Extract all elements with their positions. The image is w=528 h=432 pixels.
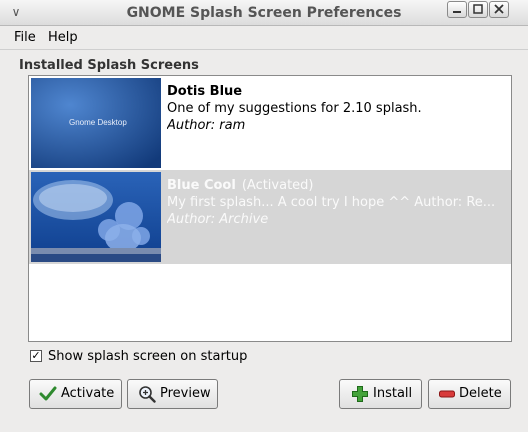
checkmark-icon — [39, 386, 57, 401]
splash-name: Blue Cool — [167, 178, 236, 193]
install-label: Install — [373, 386, 413, 401]
menu-file[interactable]: File — [14, 30, 36, 45]
section-label: Installed Splash Screens — [19, 58, 199, 73]
splash-author: Author: ram — [167, 118, 246, 133]
close-icon — [494, 4, 504, 14]
splash-name-line: Blue Cool (Activated) — [167, 178, 507, 193]
splash-author: Author: Archive — [167, 212, 269, 227]
minimize-icon — [453, 11, 461, 13]
minus-icon — [439, 390, 455, 398]
splash-name: Dotis Blue — [167, 84, 243, 99]
splash-description: One of my suggestions for 2.10 splash. — [167, 101, 422, 116]
list-item[interactable]: Gnome Desktop Dotis Blue One of my sugge… — [29, 76, 511, 170]
show-on-startup-label: Show splash screen on startup — [48, 349, 248, 364]
splash-list[interactable]: Gnome Desktop Dotis Blue One of my sugge… — [28, 75, 512, 342]
list-item[interactable]: Blue Cool (Activated) My first splash... … — [29, 170, 511, 264]
preview-label: Preview — [160, 386, 211, 401]
activate-label: Activate — [61, 386, 115, 401]
splash-thumbnail: Gnome Desktop — [31, 78, 161, 168]
close-button[interactable] — [489, 1, 509, 18]
menu-bar: File Help — [0, 26, 528, 50]
minimize-button[interactable] — [447, 1, 467, 18]
install-button[interactable]: Install — [339, 379, 422, 409]
activated-badge: (Activated) — [241, 178, 314, 193]
thumb-text: Gnome Desktop — [69, 118, 127, 127]
maximize-button[interactable] — [468, 1, 488, 18]
splash-description: My first splash... A cool try I hope ^^ … — [167, 195, 496, 210]
show-on-startup-checkbox[interactable]: ✓ — [30, 350, 42, 362]
menu-help[interactable]: Help — [48, 30, 78, 45]
plus-icon — [352, 386, 368, 402]
delete-button[interactable]: Delete — [428, 379, 511, 409]
preview-button[interactable]: Preview — [127, 379, 218, 409]
splash-thumbnail — [31, 172, 161, 262]
title-bar: ∨ GNOME Splash Screen Preferences — [0, 0, 528, 26]
activate-button[interactable]: Activate — [29, 379, 122, 409]
magnifier-icon — [139, 386, 156, 403]
maximize-icon — [473, 4, 483, 14]
delete-label: Delete — [459, 386, 502, 401]
